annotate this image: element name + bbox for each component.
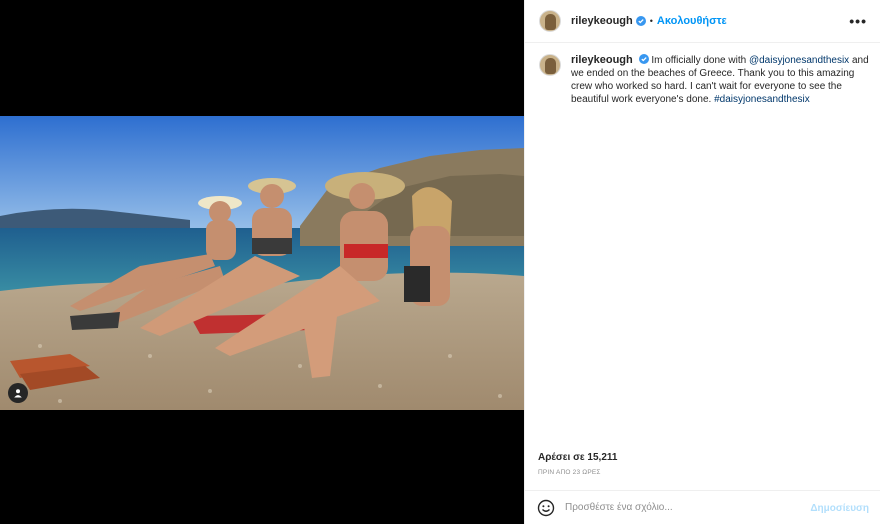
caption-hashtag-link[interactable]: #daisyjonesandthesix [714, 94, 810, 105]
likes-count[interactable]: Αρέσει σε 15,211 [538, 452, 617, 463]
comment-input[interactable]: Προσθέστε ένα σχόλιο... [565, 502, 795, 513]
post-timestamp: ΠΡΙΝ ΑΠΟ 23 ΩΡΕΣ [538, 469, 601, 476]
comment-bar: Προσθέστε ένα σχόλιο... Δημοσίευση [525, 490, 880, 524]
post-side-panel: rileykeough • Ακολουθήστε ••• rileykeoug… [524, 0, 880, 524]
caption-prefix: Im officially done with [651, 55, 749, 66]
post-comment-button[interactable]: Δημοσίευση [810, 503, 869, 514]
verified-badge-icon [635, 16, 646, 26]
caption-mention-link[interactable]: @daisyjonesandthesix [749, 55, 849, 66]
verified-badge-icon [638, 54, 649, 64]
media-pane [0, 0, 524, 524]
caption-text: rileykeough Im officially done with @dai… [571, 54, 869, 106]
emoji-icon[interactable] [537, 499, 555, 517]
header-separator: • [649, 16, 653, 26]
caption-avatar[interactable] [539, 54, 561, 76]
more-options-icon[interactable]: ••• [849, 13, 867, 29]
caption-username[interactable]: rileykeough [571, 54, 633, 66]
post-header: rileykeough • Ακολουθήστε ••• [525, 0, 880, 43]
follow-button[interactable]: Ακολουθήστε [657, 15, 727, 27]
user-tag-icon[interactable] [8, 383, 28, 403]
beach-photo-image [0, 116, 524, 410]
post-photo[interactable] [0, 116, 524, 410]
post-caption: rileykeough Im officially done with @dai… [539, 54, 869, 106]
header-username[interactable]: rileykeough [571, 15, 633, 27]
avatar[interactable] [539, 10, 561, 32]
